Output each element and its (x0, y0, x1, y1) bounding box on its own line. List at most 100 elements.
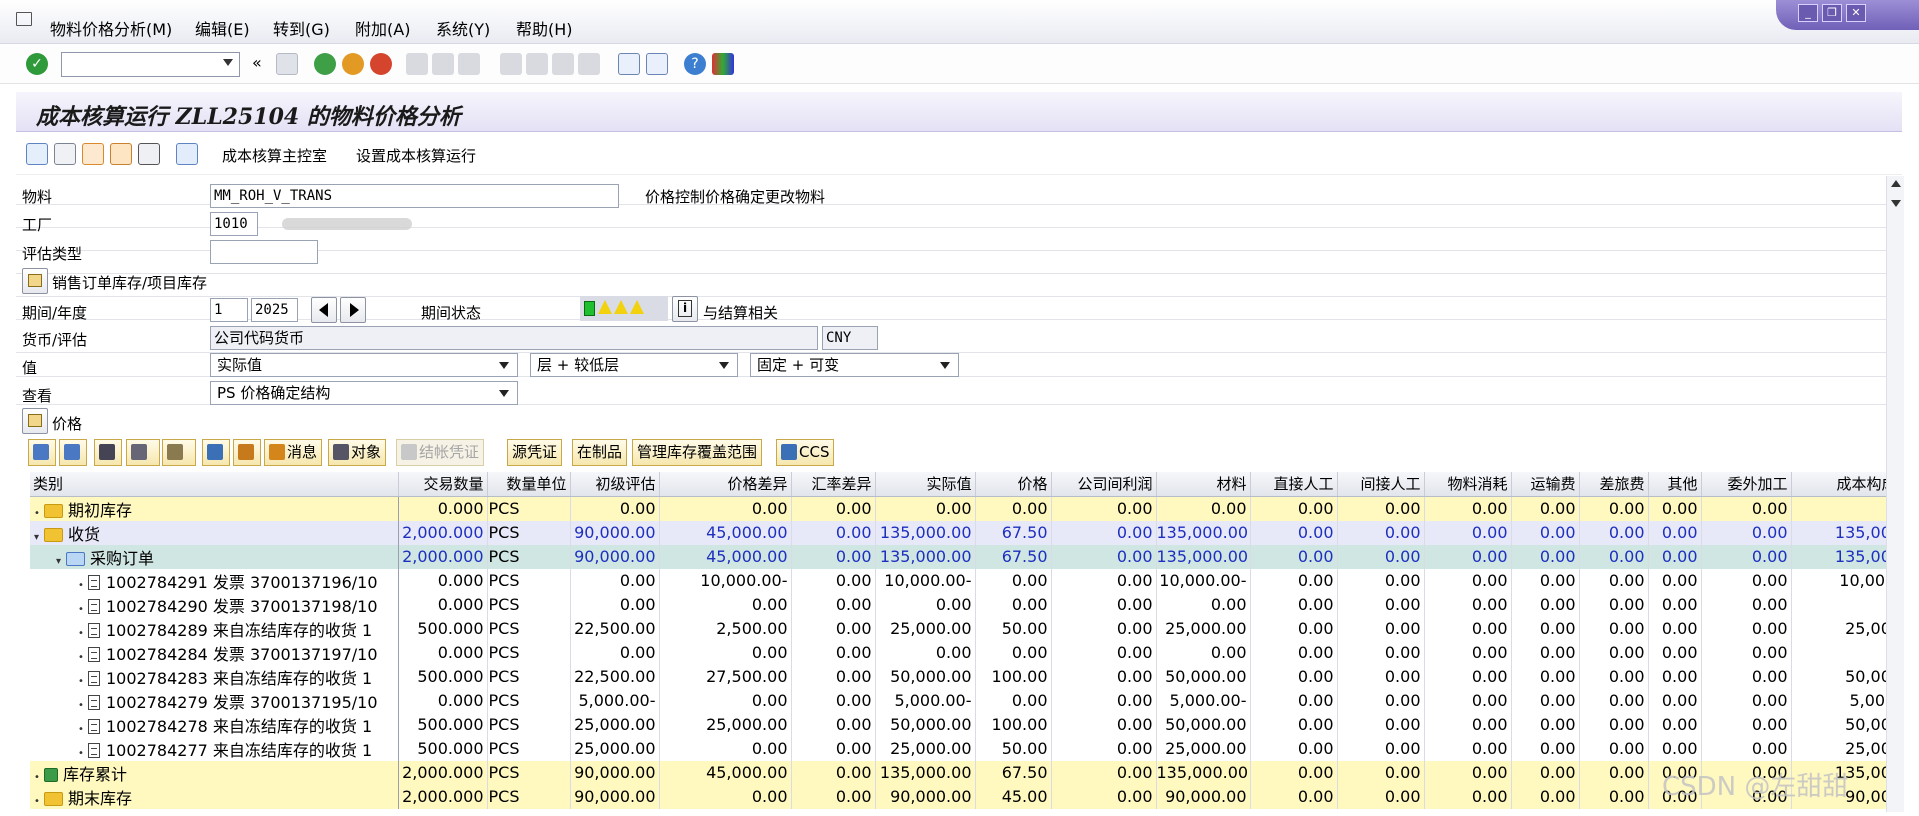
table-cell[interactable]: PCS (487, 688, 571, 713)
table-cell[interactable]: 0.00 (1250, 592, 1338, 617)
table-cell[interactable]: 5,000.00- (1156, 688, 1251, 713)
table-cell[interactable]: 25,000.00 (1791, 616, 1886, 641)
display-icon[interactable] (110, 143, 132, 165)
table-cell[interactable]: 0.00 (791, 760, 876, 785)
column-header[interactable]: 材料 (1156, 472, 1251, 497)
table-icon[interactable] (138, 143, 160, 165)
print-icon[interactable] (406, 53, 428, 75)
table-cell[interactable]: 0.00 (1701, 520, 1792, 545)
table-cell[interactable]: 0.00 (1337, 616, 1425, 641)
refresh-icon[interactable] (26, 143, 48, 165)
tree-toggle-icon[interactable]: • (34, 796, 44, 807)
table-cell[interactable]: 0.00 (791, 688, 876, 713)
table-cell[interactable]: 0.00 (1511, 520, 1580, 545)
table-cell[interactable]: 25,000.00 (875, 736, 976, 761)
table-cell[interactable]: 0.000 (398, 688, 488, 713)
table-cell[interactable]: 0.00 (1648, 496, 1702, 521)
table-row[interactable]: ▾ 采购订单 2,000.000 PCS 90,000.00 45,000.00 0.00 1… (30, 544, 1886, 569)
table-cell[interactable]: PCS (487, 592, 571, 617)
row-category-cell[interactable]: • 1002784284 发票 3700137197/10 (30, 640, 399, 665)
table-cell[interactable]: 0.00 (1424, 640, 1512, 665)
table-cell[interactable]: 50,000.00 (1791, 664, 1886, 689)
table-row[interactable]: • 1002784278 来自冻结库存的收货 1 500.000 PCS 25,000.… (30, 712, 1886, 737)
table-cell[interactable]: 90,000.00 (570, 760, 660, 785)
tree-toggle-icon[interactable]: • (78, 748, 88, 759)
table-cell[interactable]: 2,500.00 (659, 616, 792, 641)
table-cell[interactable]: 0.00 (1511, 712, 1580, 737)
table-cell[interactable]: PCS (487, 520, 571, 545)
table-cell[interactable]: 0.00 (1579, 520, 1649, 545)
table-cell[interactable]: 0.00 (1579, 664, 1649, 689)
last-page-icon[interactable] (578, 53, 600, 75)
table-cell[interactable]: 0.00 (1579, 544, 1649, 569)
back-icon[interactable] (314, 53, 336, 75)
table-cell[interactable]: 0.00 (1579, 592, 1649, 617)
table-cell[interactable]: 0.00 (1250, 736, 1338, 761)
table-cell[interactable]: 0.00 (791, 664, 876, 689)
table-cell[interactable]: 0.000 (398, 568, 488, 593)
find-icon[interactable] (432, 53, 454, 75)
expand-all-button[interactable] (28, 439, 56, 466)
table-cell[interactable]: 0.00 (1051, 568, 1157, 593)
table-cell[interactable]: 0.00 (975, 688, 1052, 713)
table-cell[interactable]: 0.00 (1511, 496, 1580, 521)
tree-toggle-icon[interactable]: ▾ (56, 556, 66, 567)
exit-icon[interactable] (342, 53, 364, 75)
table-cell[interactable]: 0.00 (875, 496, 976, 521)
scroll-up-icon[interactable] (1891, 180, 1901, 187)
table-cell[interactable]: 45.00 (975, 784, 1052, 809)
table-cell[interactable]: 0.00 (1648, 616, 1702, 641)
table-cell[interactable]: 0.00 (659, 592, 792, 617)
session-menu-icon[interactable] (16, 12, 32, 26)
table-cell[interactable]: 50.00 (975, 736, 1052, 761)
table-cell[interactable]: 0.00 (1701, 568, 1792, 593)
table-cell[interactable]: 0.00 (1791, 496, 1886, 521)
table-cell[interactable]: 0.00 (791, 592, 876, 617)
table-cell[interactable]: PCS (487, 736, 571, 761)
layout-button[interactable] (162, 439, 196, 466)
table-cell[interactable]: 2,000.000 (398, 760, 488, 785)
table-cell[interactable]: 27,500.00 (659, 664, 792, 689)
table-cell[interactable]: 0.00 (1337, 544, 1425, 569)
tree-toggle-icon[interactable]: • (78, 604, 88, 615)
table-cell[interactable]: 25,000.00 (1156, 616, 1251, 641)
table-cell[interactable]: 500.000 (398, 736, 488, 761)
table-row[interactable]: ▾ 收货 2,000.000 PCS 90,000.00 45,000.00 0.00 135… (30, 520, 1886, 545)
table-cell[interactable]: 0.00 (570, 496, 660, 521)
table-cell[interactable]: 500.000 (398, 712, 488, 737)
table-cell[interactable]: 0.00 (1648, 688, 1702, 713)
table-cell[interactable]: 67.50 (975, 760, 1052, 785)
table-cell[interactable]: 10,000.00- (875, 568, 976, 593)
table-cell[interactable]: PCS (487, 784, 571, 809)
year-field[interactable]: 2025 (251, 298, 298, 322)
table-cell[interactable]: 0.00 (1337, 568, 1425, 593)
table-cell[interactable]: 0.00 (1511, 688, 1580, 713)
settlement-doc-button[interactable]: 结帐凭证 (396, 439, 485, 466)
table-cell[interactable]: 0.00 (1648, 664, 1702, 689)
table-cell[interactable]: 0.00 (1424, 496, 1512, 521)
table-cell[interactable]: 0.00 (1424, 592, 1512, 617)
table-cell[interactable]: 0.00 (1424, 760, 1512, 785)
period-status-info-button[interactable]: i (672, 296, 698, 322)
table-cell[interactable]: 0.00 (1250, 688, 1338, 713)
table-cell[interactable]: 0.00 (1701, 592, 1792, 617)
table-cell[interactable]: 0.00 (1511, 568, 1580, 593)
table-cell[interactable]: 0.00 (1648, 592, 1702, 617)
table-cell[interactable]: 67.50 (975, 544, 1052, 569)
table-row[interactable]: • 期初库存 0.000 PCS 0.00 0.00 0.00 0.00 0.00 0.00 0.0… (30, 496, 1886, 521)
view-select[interactable]: PS 价格确定结构 (210, 381, 518, 405)
shortcut-icon[interactable] (646, 53, 668, 75)
table-cell[interactable]: 0.00 (1051, 784, 1157, 809)
table-cell[interactable]: 0.00 (1648, 640, 1702, 665)
messages-button[interactable]: 消息 (264, 439, 323, 466)
table-cell[interactable]: 10,000.00- (1791, 568, 1886, 593)
table-cell[interactable]: 25,000.00 (1791, 736, 1886, 761)
table-cell[interactable]: 0.00 (1511, 760, 1580, 785)
table-cell[interactable]: 50,000.00 (1791, 712, 1886, 737)
vertical-scrollbar[interactable] (1886, 176, 1904, 812)
row-category-cell[interactable]: • 1002784277 来自冻结库存的收货 1 (30, 736, 399, 761)
valuation-type-field[interactable] (210, 240, 318, 264)
tree-toggle-icon[interactable]: • (34, 508, 44, 519)
table-cell[interactable]: 0.00 (570, 640, 660, 665)
wip-button[interactable]: 在制品 (572, 439, 628, 466)
